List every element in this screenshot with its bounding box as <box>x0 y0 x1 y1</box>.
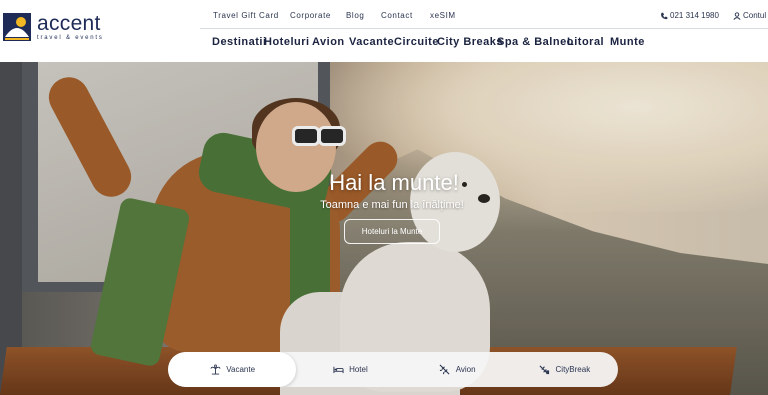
palm-icon <box>209 364 221 376</box>
nav-avion[interactable]: Avion <box>312 36 345 48</box>
nav-hoteluri[interactable]: Hoteluri <box>264 36 310 48</box>
tab-citybreak[interactable]: CityBreak <box>511 352 618 387</box>
hero-title: Hai la munte! <box>329 170 459 195</box>
logo-mark-icon <box>3 13 31 41</box>
toplink-contact[interactable]: Contact <box>381 11 413 20</box>
user-icon <box>733 11 741 20</box>
site-header: accent travel & events Travel Gift Card … <box>0 0 768 62</box>
tab-vacante[interactable]: Vacante <box>168 352 297 387</box>
tab-avion[interactable]: Avion <box>404 352 511 387</box>
nav-munte[interactable]: Munte <box>610 36 645 48</box>
account-link[interactable]: Contul m <box>733 11 768 20</box>
phone-link[interactable]: 021 314 1980 <box>660 11 719 20</box>
nav-destinatii[interactable]: Destinatii <box>212 36 267 48</box>
nav-vacante[interactable]: Vacante <box>349 36 394 48</box>
tab-label: Vacante <box>226 365 256 374</box>
toplink-corporate[interactable]: Corporate <box>290 11 331 20</box>
hero-subtitle: Toamna e mai fun la înălțime! <box>320 199 464 211</box>
brand-logo[interactable]: accent travel & events <box>3 13 104 41</box>
tab-label: Avion <box>455 365 476 374</box>
plane-city-icon <box>539 364 551 376</box>
nav-spa-balneo[interactable]: Spa & Balneo <box>497 36 574 48</box>
account-label: Contul m <box>743 11 768 20</box>
nav-city-breaks[interactable]: City Breaks <box>437 36 503 48</box>
hero-cta-button[interactable]: Hoteluri la Munte <box>344 219 440 244</box>
toplink-xesim[interactable]: xeSIM <box>430 11 456 20</box>
bed-icon <box>332 364 344 376</box>
nav-circuite[interactable]: Circuite <box>394 36 439 48</box>
brand-name: accent <box>37 12 101 35</box>
search-tabs: Vacante Hotel Avion CityBreak <box>168 352 618 387</box>
tab-label: CityBreak <box>555 365 591 374</box>
nav-litoral[interactable]: Litoral <box>567 36 604 48</box>
tab-hotel[interactable]: Hotel <box>296 352 403 387</box>
hero-banner: Hai la munte! Toamna e mai fun la înălți… <box>0 62 768 395</box>
phone-icon <box>660 12 668 20</box>
toplink-gift-card[interactable]: Travel Gift Card <box>213 11 279 20</box>
plane-icon <box>439 364 451 376</box>
toplink-blog[interactable]: Blog <box>346 11 364 20</box>
header-divider <box>200 28 768 29</box>
tab-label: Hotel <box>349 365 368 374</box>
brand-tagline: travel & events <box>37 35 104 41</box>
phone-number: 021 314 1980 <box>670 11 719 20</box>
